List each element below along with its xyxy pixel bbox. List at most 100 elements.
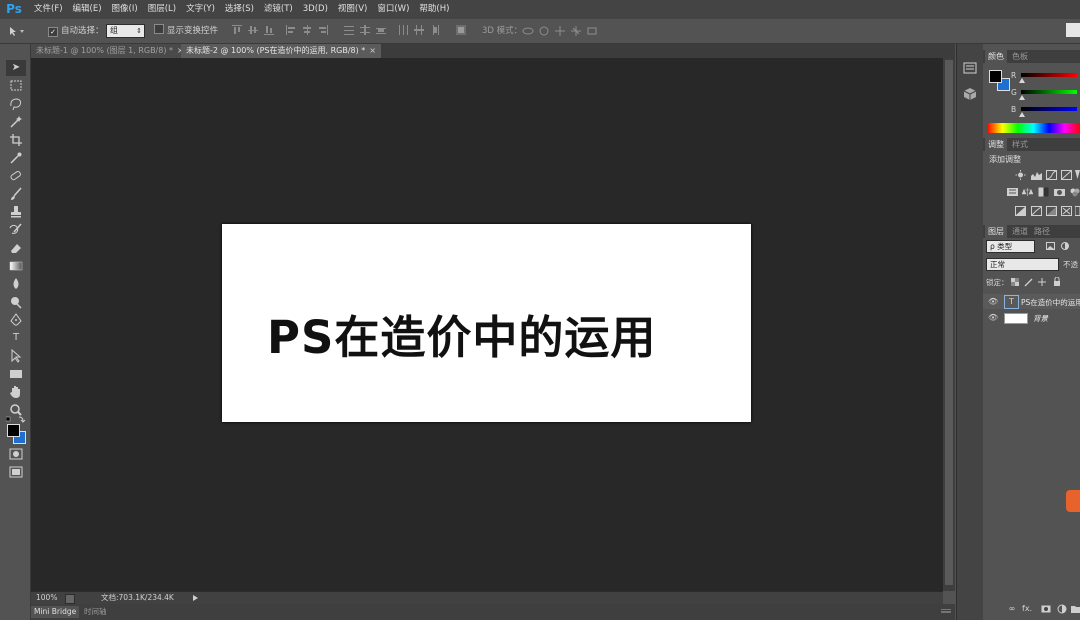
hue-saturation-icon[interactable] bbox=[1007, 187, 1018, 197]
gradient-map-icon[interactable] bbox=[1061, 206, 1072, 216]
curves-icon[interactable] bbox=[1046, 170, 1057, 180]
eye-icon[interactable]: 👁 bbox=[988, 313, 998, 322]
tab-paths[interactable]: 路径 bbox=[1031, 225, 1053, 238]
crop-tool-icon[interactable] bbox=[6, 132, 26, 148]
filter-adjustment-icon[interactable] bbox=[1061, 242, 1070, 250]
menu-3d[interactable]: 3D(D) bbox=[303, 0, 328, 19]
blur-tool-icon[interactable] bbox=[6, 276, 26, 292]
lock-position-icon[interactable] bbox=[1038, 278, 1046, 286]
healing-brush-tool-icon[interactable] bbox=[6, 168, 26, 184]
history-brush-tool-icon[interactable] bbox=[6, 222, 26, 238]
move-tool-preset-icon[interactable] bbox=[4, 24, 30, 38]
layer-row-background[interactable]: 👁 背景 bbox=[983, 310, 1080, 325]
channel-r-knob[interactable] bbox=[1019, 78, 1025, 83]
menu-image[interactable]: 图像(I) bbox=[112, 0, 138, 19]
menu-edit[interactable]: 编辑(E) bbox=[73, 0, 102, 19]
vibrance-icon[interactable] bbox=[1075, 170, 1080, 180]
tab-channels[interactable]: 通道 bbox=[1009, 225, 1031, 238]
gradient-tool-icon[interactable] bbox=[6, 258, 26, 274]
menu-type[interactable]: 文字(Y) bbox=[186, 0, 215, 19]
type-tool-icon[interactable]: T bbox=[6, 330, 26, 346]
marquee-tool-icon[interactable] bbox=[6, 78, 26, 94]
zoom-level[interactable]: 100% bbox=[36, 592, 57, 604]
tab-swatches[interactable]: 色板 bbox=[1009, 50, 1031, 63]
tab-adjustments[interactable]: 调整 bbox=[985, 138, 1007, 151]
channel-b-knob[interactable] bbox=[1019, 112, 1025, 117]
tab-styles[interactable]: 样式 bbox=[1009, 138, 1031, 151]
brush-tool-icon[interactable] bbox=[6, 186, 26, 202]
tab-color[interactable]: 颜色 bbox=[985, 50, 1007, 63]
channel-g-knob[interactable] bbox=[1019, 95, 1025, 100]
swap-colors-icon[interactable] bbox=[6, 416, 26, 424]
eraser-tool-icon[interactable] bbox=[6, 240, 26, 256]
selective-color-icon[interactable] bbox=[1075, 206, 1080, 216]
align-top-icon[interactable] bbox=[232, 25, 242, 35]
color-spectrum-bar[interactable] bbox=[987, 123, 1080, 133]
blend-mode-dropdown[interactable]: 正常 bbox=[986, 258, 1059, 271]
3d-panel-icon[interactable] bbox=[961, 86, 979, 102]
vertical-scrollbar-thumb[interactable] bbox=[945, 60, 953, 585]
magic-wand-tool-icon[interactable] bbox=[6, 114, 26, 130]
vertical-scrollbar[interactable] bbox=[943, 58, 955, 591]
rectangle-tool-icon[interactable] bbox=[6, 366, 26, 382]
workspace-switcher[interactable] bbox=[1066, 23, 1080, 37]
lock-pixels-icon[interactable] bbox=[1024, 278, 1033, 287]
properties-panel-icon[interactable] bbox=[961, 60, 979, 76]
path-selection-tool-icon[interactable] bbox=[6, 348, 26, 364]
menu-help[interactable]: 帮助(H) bbox=[419, 0, 449, 19]
menu-window[interactable]: 窗口(W) bbox=[377, 0, 409, 19]
menu-layer[interactable]: 图层(L) bbox=[148, 0, 176, 19]
channel-mixer-icon[interactable] bbox=[1070, 187, 1080, 197]
menu-file[interactable]: 文件(F) bbox=[34, 0, 63, 19]
lasso-tool-icon[interactable] bbox=[6, 96, 26, 112]
channel-g-slider[interactable] bbox=[1021, 90, 1077, 94]
clone-stamp-tool-icon[interactable] bbox=[6, 204, 26, 220]
align-bottom-icon[interactable] bbox=[264, 25, 274, 35]
auto-select-checkbox[interactable]: ✓ 自动选择： bbox=[48, 24, 104, 38]
auto-align-layers-icon[interactable] bbox=[456, 25, 466, 35]
distribute-top-icon[interactable] bbox=[344, 25, 354, 35]
distribute-bottom-icon[interactable] bbox=[376, 25, 386, 35]
screen-mode-icon[interactable] bbox=[6, 464, 26, 480]
pen-tool-icon[interactable] bbox=[6, 312, 26, 328]
move-tool-icon[interactable]: ➤ bbox=[6, 60, 26, 76]
quick-mask-icon[interactable] bbox=[6, 446, 26, 462]
document-canvas[interactable]: PS在造价中的运用 bbox=[222, 224, 751, 422]
foreground-color-swatch[interactable] bbox=[7, 424, 20, 437]
layer-name[interactable]: 背景 bbox=[1033, 313, 1048, 324]
eyedropper-tool-icon[interactable] bbox=[6, 150, 26, 166]
link-layers-icon[interactable]: ∞ bbox=[1007, 604, 1017, 614]
add-mask-icon[interactable] bbox=[1041, 604, 1051, 614]
document-share-icon[interactable] bbox=[65, 594, 75, 604]
channel-b-slider[interactable] bbox=[1021, 107, 1077, 111]
channel-r-slider[interactable] bbox=[1021, 73, 1077, 77]
eye-icon[interactable]: 👁 bbox=[988, 297, 998, 306]
layer-name[interactable]: PS在造价中的运用 bbox=[1021, 297, 1080, 308]
align-right-icon[interactable] bbox=[318, 25, 328, 35]
tab-layers[interactable]: 图层 bbox=[985, 225, 1007, 238]
lock-all-icon[interactable] bbox=[1054, 277, 1060, 286]
threshold-icon[interactable] bbox=[1046, 206, 1057, 216]
3d-pan-icon[interactable] bbox=[555, 26, 565, 36]
posterize-icon[interactable] bbox=[1031, 206, 1042, 216]
new-group-icon[interactable] bbox=[1071, 604, 1080, 614]
black-white-icon[interactable] bbox=[1038, 187, 1049, 197]
layer-style-fx-icon[interactable]: fx. bbox=[1022, 604, 1032, 614]
hand-tool-icon[interactable] bbox=[6, 384, 26, 400]
menu-filter[interactable]: 滤镜(T) bbox=[264, 0, 293, 19]
distribute-left-icon[interactable] bbox=[398, 25, 408, 35]
tab-mini-bridge[interactable]: Mini Bridge bbox=[31, 606, 80, 618]
lock-transparent-icon[interactable] bbox=[1011, 278, 1019, 286]
distribute-vcenter-icon[interactable] bbox=[360, 25, 370, 35]
play-arrow-icon[interactable] bbox=[193, 595, 199, 601]
close-icon[interactable]: × bbox=[369, 46, 376, 55]
canvas-text-layer[interactable]: PS在造价中的运用 bbox=[267, 301, 707, 366]
photo-filter-icon[interactable] bbox=[1054, 187, 1065, 197]
layer-filter-dropdown[interactable]: ρ 类型 bbox=[986, 240, 1035, 253]
tab-document-1[interactable]: 未标题-1 @ 100% (图层 1, RGB/8) *× bbox=[31, 44, 189, 58]
tab-document-2[interactable]: 未标题-2 @ 100% (PS在造价中的运用, RGB/8) * × bbox=[181, 44, 381, 58]
exposure-icon[interactable] bbox=[1061, 170, 1072, 180]
adjustment-layer-icon[interactable] bbox=[1057, 604, 1067, 614]
layer-row-text[interactable]: 👁 T PS在造价中的运用 bbox=[983, 294, 1080, 309]
tab-timeline[interactable]: 时间轴 bbox=[81, 606, 110, 618]
